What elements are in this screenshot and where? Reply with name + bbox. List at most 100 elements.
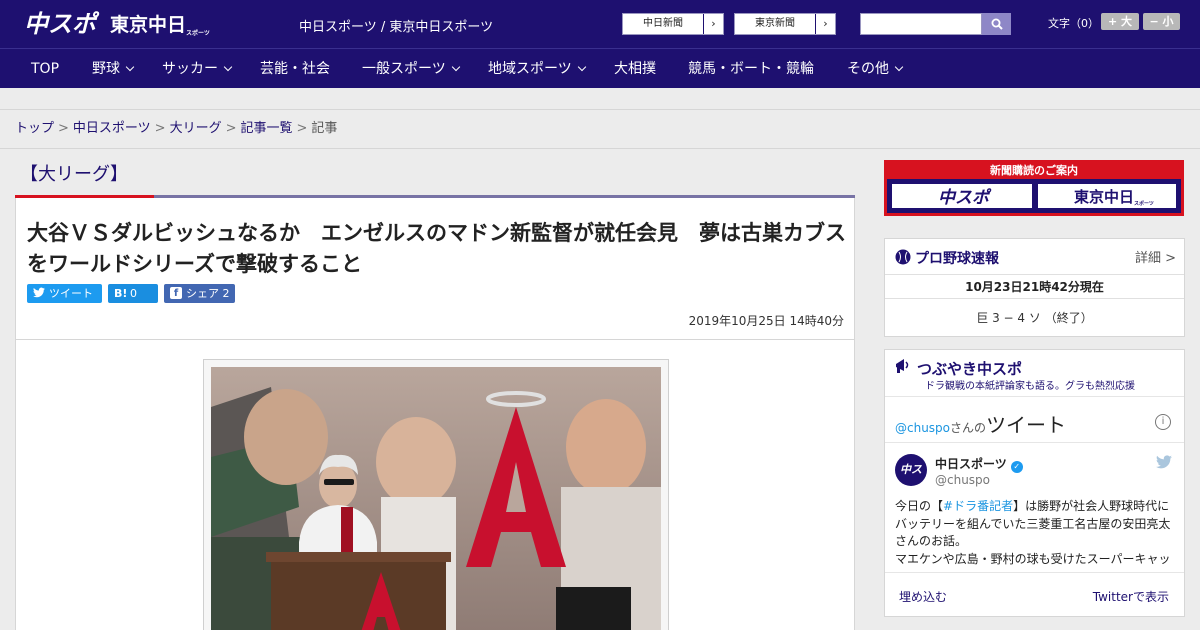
score-updated-time: 10月23日21時42分現在 (885, 275, 1184, 299)
subscription-options: 中スポ 東京中日 スポーツ (887, 179, 1181, 213)
megaphone-icon (896, 359, 909, 373)
nav-item-0[interactable]: TOP (31, 49, 59, 89)
chevron-down-icon (223, 62, 233, 72)
chevron-right-icon: › (815, 14, 835, 34)
pro-baseball-score-widget: プロ野球速報 詳細 > 10月23日21時42分現在 巨 3 − 4 ソ （終了… (884, 238, 1185, 337)
nav-item-7[interactable]: 競馬・ボート・競輪 (688, 49, 814, 89)
nav-item-8[interactable]: その他 (847, 49, 904, 89)
hatena-count: 0 (130, 287, 137, 300)
subscribe-tokyo-button[interactable]: 東京中日 スポーツ (1037, 183, 1177, 209)
nav-item-label: 競馬・ボート・競輪 (688, 61, 814, 77)
subscribe-tokyo-label: 東京中日 (1074, 188, 1134, 206)
nav-item-label: 大相撲 (614, 61, 656, 77)
chevron-down-icon (577, 62, 586, 72)
tweet-text-line2: マエケンや広島・野村の球も受けたスーパーキャッ (895, 551, 1171, 566)
tweet-button[interactable]: ツイート (27, 284, 102, 303)
tweet-hashtag[interactable]: #ドラ番記者 (943, 499, 1013, 513)
breadcrumb-separator: > (296, 121, 308, 136)
score-widget-title: プロ野球速報 (915, 251, 999, 267)
tweet-author-handle[interactable]: @chuspo (935, 473, 990, 487)
twitter-embed-san: さんの (950, 421, 987, 435)
view-on-twitter-link[interactable]: Twitterで表示 (1093, 588, 1169, 605)
chuspo-logo-text: 中スポ (24, 10, 100, 37)
score-detail-link[interactable]: 詳細 > (1135, 247, 1176, 266)
nav-item-label: TOP (31, 61, 60, 77)
tokyo-logo-sub: スポーツ (186, 29, 210, 37)
ad-spacer (0, 88, 1200, 110)
nav-item-label: サッカー (162, 61, 218, 77)
site-title[interactable]: 中日スポーツ / 東京中日スポーツ (299, 16, 493, 35)
avatar[interactable]: 中スポ (895, 454, 927, 508)
twitter-embed-handle[interactable]: @chuspo (895, 421, 950, 435)
publish-date: 2019年10月25日 14時40分 (688, 314, 844, 328)
subscribe-chuspo-button[interactable]: 中スポ (891, 183, 1033, 209)
article-photo[interactable] (211, 367, 661, 630)
tweet-item[interactable]: 中スポ 中日スポーツ ✓ @chuspo 今日の【#ドラ番記者】は勝野が社会人野球… (885, 442, 1184, 572)
nav-item-2[interactable]: サッカー (162, 49, 233, 89)
tweet-text: 今日の【#ドラ番記者】は勝野が社会人野球時代にバッテリーを組んでいた三菱重工名古… (895, 498, 1177, 568)
subscription-banner[interactable]: 新聞購読のご案内 中スポ 東京中日 スポーツ (884, 160, 1184, 216)
chunichi-shimbun-link[interactable]: 中日新聞 › (622, 13, 724, 35)
breadcrumb: トップ > 中日スポーツ > 大リーグ > 記事一覧 > 記事 (0, 111, 1200, 149)
tokyo-shimbun-link[interactable]: 東京新聞 › (734, 13, 836, 35)
twitter-bird-icon[interactable] (1156, 455, 1172, 469)
site-header: 中スポ 東京中日 スポーツ 中日スポーツ / 東京中日スポーツ 中日新聞 › 東… (0, 0, 1200, 48)
tokyo-shimbun-label: 東京新聞 (755, 18, 795, 29)
nav-item-label: 野球 (92, 61, 120, 77)
twitter-icon (33, 287, 45, 301)
search-icon (991, 18, 1003, 30)
breadcrumb-separator: > (225, 121, 237, 136)
twitter-widget-title: つぶやき中スポ (917, 360, 1023, 378)
breadcrumb-separator: > (154, 121, 166, 136)
breadcrumb-article-list[interactable]: 記事一覧 (241, 121, 293, 136)
nav-item-label: 芸能・社会 (260, 61, 330, 77)
score-widget-header: プロ野球速報 詳細 > (885, 239, 1184, 275)
facebook-share-label: シェア 2 (186, 287, 230, 300)
main-nav: TOP 野球 サッカー 芸能・社会 一般スポーツ 地域スポーツ 大相撲 競馬・ボート・競輪 その… (0, 48, 1200, 88)
article-photo-frame (203, 359, 669, 630)
font-size-label: 文字（0） (1048, 17, 1099, 30)
font-larger-button[interactable]: + 大 (1101, 13, 1139, 30)
hatena-bookmark-icon: B! (114, 287, 128, 300)
embed-link[interactable]: 埋め込む (899, 588, 947, 605)
verified-badge-icon: ✓ (1010, 461, 1023, 473)
twitter-widget: つぶやき中スポ ドラ観戦の本紙評論家も語る。グラも熱烈応援 @chuspoさんの… (884, 349, 1185, 617)
tweet-author-name[interactable]: 中日スポーツ ✓ (935, 455, 1023, 473)
nav-item-label: その他 (847, 61, 889, 77)
nav-item-1[interactable]: 野球 (92, 49, 135, 89)
nav-item-3[interactable]: 芸能・社会 (260, 49, 330, 89)
search-input[interactable] (860, 13, 982, 35)
breadcrumb-chunichi-sports[interactable]: 中日スポーツ (73, 121, 151, 136)
twitter-widget-footer: 埋め込む Twitterで表示 (885, 572, 1184, 617)
tweet-text-pre: 今日の【 (895, 499, 944, 513)
nav-item-6[interactable]: 大相撲 (614, 49, 656, 89)
category-title: 【大リーグ】 (20, 164, 128, 185)
breadcrumb-major-league[interactable]: 大リーグ (170, 121, 222, 136)
breadcrumb-top[interactable]: トップ (15, 121, 54, 136)
nav-item-4[interactable]: 一般スポーツ (362, 49, 460, 89)
search-button[interactable] (982, 13, 1011, 35)
hatena-bookmark-button[interactable]: B! 0 (108, 284, 158, 303)
article-header: 大谷ＶＳダルビッシュなるか エンゼルスのマドン新監督が就任会見 夢は古巣カブスを… (15, 198, 855, 340)
chevron-down-icon (894, 62, 904, 72)
breadcrumb-separator: > (58, 121, 69, 136)
twitter-embed-header: @chuspoさんのツイート (895, 409, 1066, 438)
tweet-label: ツイート (49, 287, 93, 300)
chunichi-shimbun-label: 中日新聞 (643, 18, 683, 29)
twitter-widget-subtitle: ドラ観戦の本紙評論家も語る。グラも熱烈応援 (925, 381, 1135, 392)
nav-item-label: 地域スポーツ (488, 61, 572, 77)
facebook-icon: f (170, 287, 182, 299)
game-score[interactable]: 巨 3 − 4 ソ （終了） (885, 299, 1184, 337)
baseball-icon (895, 249, 911, 265)
chuspo-logo[interactable]: 中スポ (24, 9, 102, 37)
chevron-down-icon (125, 62, 135, 72)
tweet-author-name-text: 中日スポーツ (935, 457, 1007, 471)
subscribe-tokyo-sub: スポーツ (1134, 200, 1154, 207)
info-icon[interactable]: i (1155, 414, 1171, 430)
nav-item-5[interactable]: 地域スポーツ (488, 49, 586, 89)
facebook-share-button[interactable]: f シェア 2 (164, 284, 235, 303)
nav-item-label: 一般スポーツ (362, 61, 446, 77)
tokyo-chunichi-logo[interactable]: 東京中日 スポーツ (110, 10, 210, 38)
breadcrumb-current: 記事 (311, 121, 338, 136)
font-smaller-button[interactable]: − 小 (1143, 13, 1180, 30)
